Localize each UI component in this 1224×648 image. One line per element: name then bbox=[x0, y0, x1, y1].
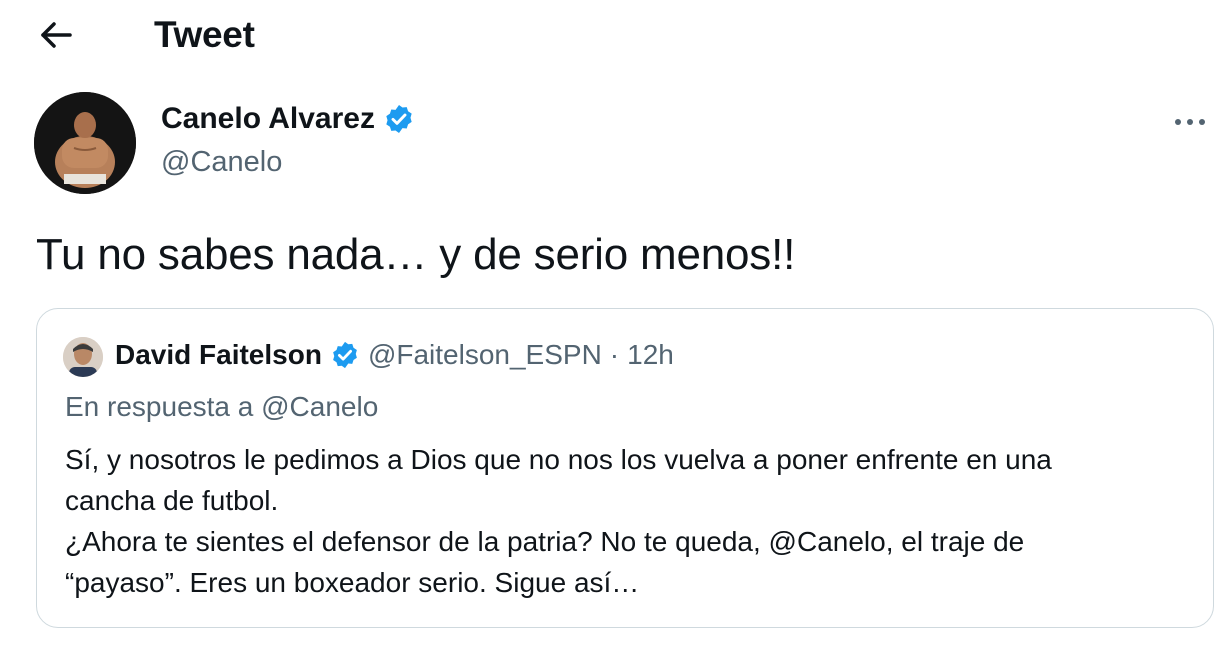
quoted-author-avatar bbox=[63, 337, 103, 377]
quoted-tweet-card[interactable]: David Faitelson @Faitelson_ESPN · 12h En… bbox=[36, 308, 1214, 628]
dot-separator: · bbox=[609, 339, 620, 370]
back-button[interactable] bbox=[30, 12, 82, 58]
more-horizontal-icon bbox=[1175, 119, 1205, 125]
quoted-timestamp: 12h bbox=[627, 339, 674, 370]
tweet-author: Canelo Alvarez @Canelo bbox=[0, 88, 1224, 198]
quoted-text-line: “payaso”. Eres un boxeador serio. Sigue … bbox=[65, 567, 640, 598]
verified-badge-icon bbox=[386, 105, 412, 133]
page-title: Tweet bbox=[154, 14, 255, 55]
quoted-text-line: ¿Ahora te sientes el defensor de la patr… bbox=[65, 526, 1025, 557]
verified-badge-icon bbox=[333, 341, 357, 369]
header: Tweet bbox=[0, 0, 1224, 72]
quoted-text-line: cancha de futbol. bbox=[65, 485, 279, 516]
quoted-tweet-text: Sí, y nosotros le pedimos a Dios que no … bbox=[65, 439, 1185, 603]
reply-context: En respuesta a @Canelo bbox=[65, 391, 379, 422]
avatar-photo bbox=[34, 92, 136, 194]
tweet-text: Tu no sabes nada… y de serio menos!! bbox=[36, 230, 796, 279]
quoted-avatar-photo bbox=[63, 337, 103, 377]
author-handle[interactable]: @Canelo bbox=[161, 146, 282, 179]
more-options-button[interactable] bbox=[1170, 106, 1210, 138]
quoted-author-name: David Faitelson bbox=[115, 339, 322, 370]
arrow-left-icon bbox=[41, 22, 72, 48]
author-name-text: Canelo Alvarez bbox=[161, 102, 375, 135]
author-name[interactable]: Canelo Alvarez bbox=[161, 102, 415, 136]
quoted-author-handle: @Faitelson_ESPN bbox=[367, 339, 602, 370]
quoted-header: David Faitelson @Faitelson_ESPN · 12h bbox=[115, 339, 674, 371]
author-avatar[interactable] bbox=[34, 92, 136, 194]
quoted-text-line: Sí, y nosotros le pedimos a Dios que no … bbox=[65, 444, 1052, 475]
